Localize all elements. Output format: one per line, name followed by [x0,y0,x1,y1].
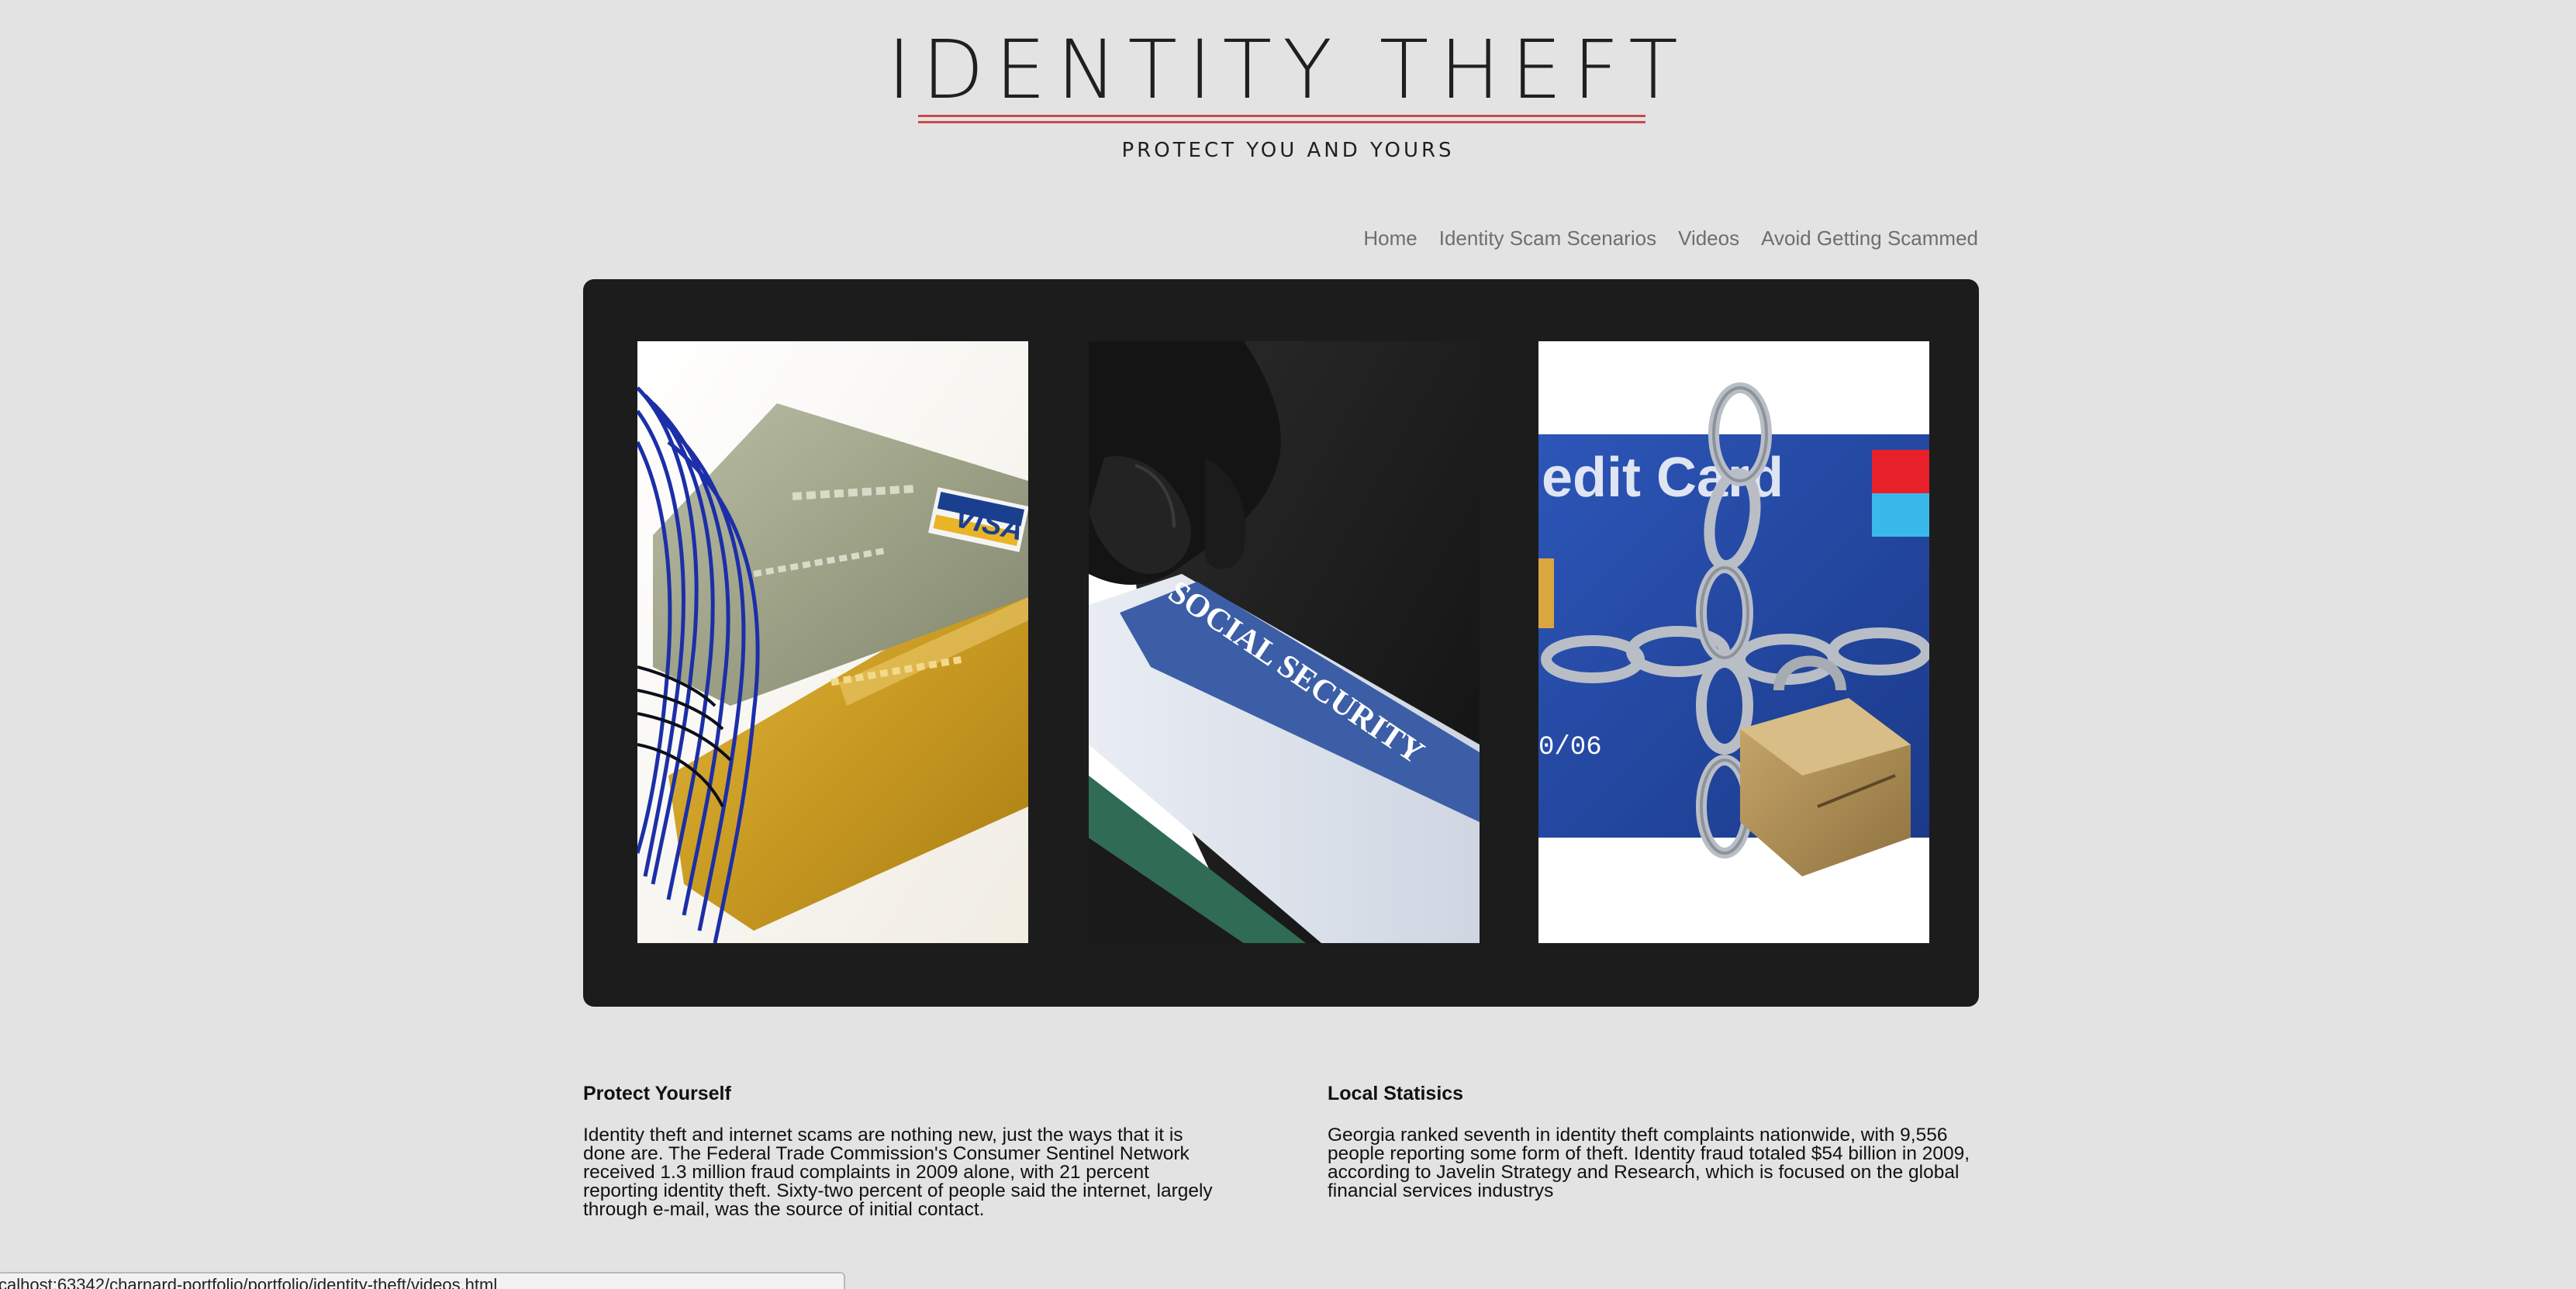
local-statistics-text: Georgia ranked seventh in identity theft… [1328,1125,1970,1201]
nav-identity-scam-scenarios[interactable]: Identity Scam Scenarios [1439,225,1656,251]
protect-yourself-section: Protect Yourself Identity theft and inte… [583,1081,1227,1219]
credit-cards-fingerprint-image: VISA [637,341,1028,943]
browser-status-bar: calhost:63342/charnard-portfolio/portfol… [0,1272,845,1289]
expiry-text: 0/06 [1538,733,1602,762]
title-underline-bottom [918,121,1645,123]
nav-avoid-getting-scammed[interactable]: Avoid Getting Scammed [1761,225,1978,251]
site-title: IDENTITY THEFT [887,22,1689,117]
title-underline-top [918,115,1645,117]
nav-videos[interactable]: Videos [1678,225,1739,251]
image-gallery: VISA SOCIAL SECURITY edit Card 0/06 [583,279,1979,1007]
protect-yourself-heading: Protect Yourself [583,1083,731,1104]
page: IDENTITY THEFT PROTECT YOU AND YOURS Hom… [0,0,2576,1289]
local-statistics-section: Local Statisics Georgia ranked seventh i… [1328,1081,1979,1201]
local-statistics-heading: Local Statisics [1328,1083,1464,1104]
protect-yourself-text: Identity theft and internet scams are no… [583,1125,1213,1220]
nav-home[interactable]: Home [1363,225,1417,251]
site-tagline: PROTECT YOU AND YOURS [1121,139,1455,162]
locked-credit-card-image: edit Card 0/06 [1538,341,1929,943]
social-security-card-theft-image: SOCIAL SECURITY [1089,341,1480,943]
main-nav: Home Identity Scam Scenarios Videos Avoi… [1363,225,1978,251]
